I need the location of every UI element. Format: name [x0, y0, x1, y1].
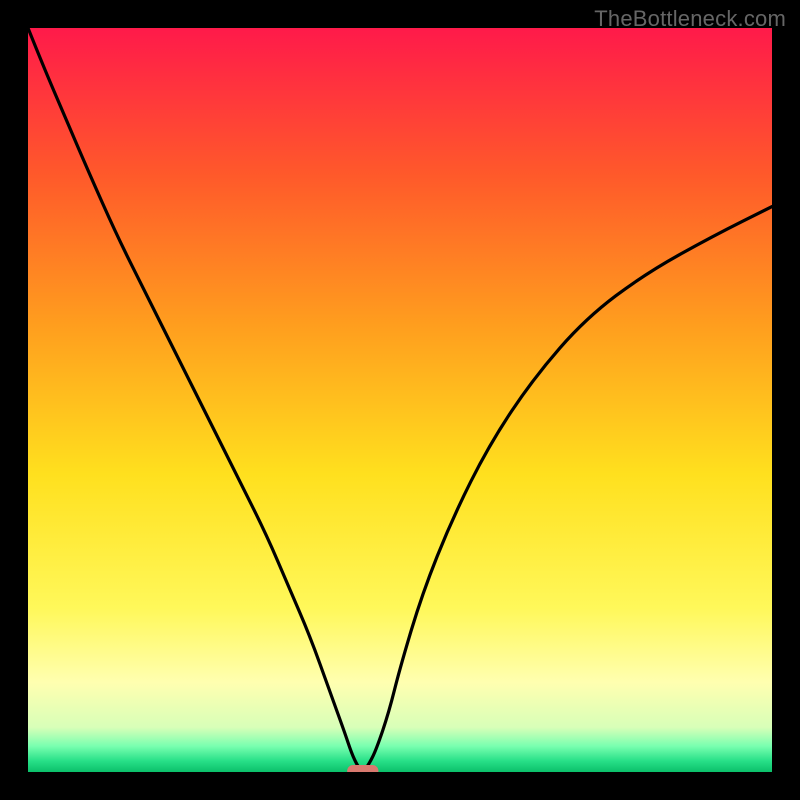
watermark-text: TheBottleneck.com [594, 6, 786, 32]
optimal-marker [347, 765, 378, 772]
chart-frame: TheBottleneck.com [0, 0, 800, 800]
chart-background [28, 28, 772, 772]
bottleneck-chart [28, 28, 772, 772]
